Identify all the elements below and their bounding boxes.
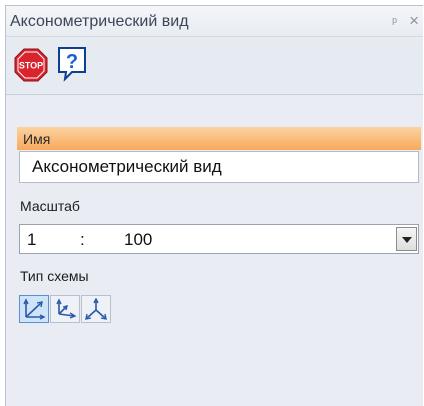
scale-right-value: 100 bbox=[124, 230, 153, 249]
name-section-title: Имя bbox=[23, 131, 51, 147]
help-button[interactable]: ? bbox=[56, 46, 88, 82]
dimetric-axes-icon bbox=[56, 298, 77, 319]
help-question-icon: ? bbox=[58, 47, 86, 82]
trimetric-axes-icon bbox=[85, 298, 107, 320]
isometric-axes-icon bbox=[23, 298, 46, 320]
schema-isometric-button[interactable] bbox=[19, 295, 49, 323]
panel-titlebar: Аксонометрический вид ᵖ × bbox=[6, 6, 423, 37]
stop-sign-text: STOP bbox=[19, 61, 43, 71]
schema-type-label: Тип схемы bbox=[20, 268, 89, 284]
scale-select[interactable]: 1 : 100 bbox=[19, 224, 419, 254]
schema-dimetric-button[interactable] bbox=[50, 295, 80, 323]
name-section-header: Имя bbox=[17, 127, 421, 150]
axonometric-view-panel: Аксонометрический вид ᵖ × STOP ? Имя Мас… bbox=[5, 5, 423, 406]
toolbar-divider bbox=[6, 94, 423, 95]
scale-separator: : bbox=[80, 230, 85, 249]
scale-label: Масштаб bbox=[20, 198, 80, 214]
schema-trimetric-button[interactable] bbox=[81, 295, 111, 323]
toolbar: STOP ? bbox=[6, 38, 423, 94]
close-icon[interactable]: × bbox=[409, 11, 419, 31]
panel-title: Аксонометрический вид bbox=[10, 13, 189, 30]
scale-left-value: 1 bbox=[27, 230, 37, 249]
help-question-mark: ? bbox=[66, 51, 78, 73]
stop-sign-icon: STOP bbox=[14, 48, 48, 82]
stop-button[interactable]: STOP bbox=[14, 48, 48, 82]
pin-icon[interactable]: ᵖ bbox=[392, 14, 397, 29]
scale-dropdown-button[interactable] bbox=[396, 227, 417, 251]
view-name-input[interactable] bbox=[19, 151, 419, 183]
